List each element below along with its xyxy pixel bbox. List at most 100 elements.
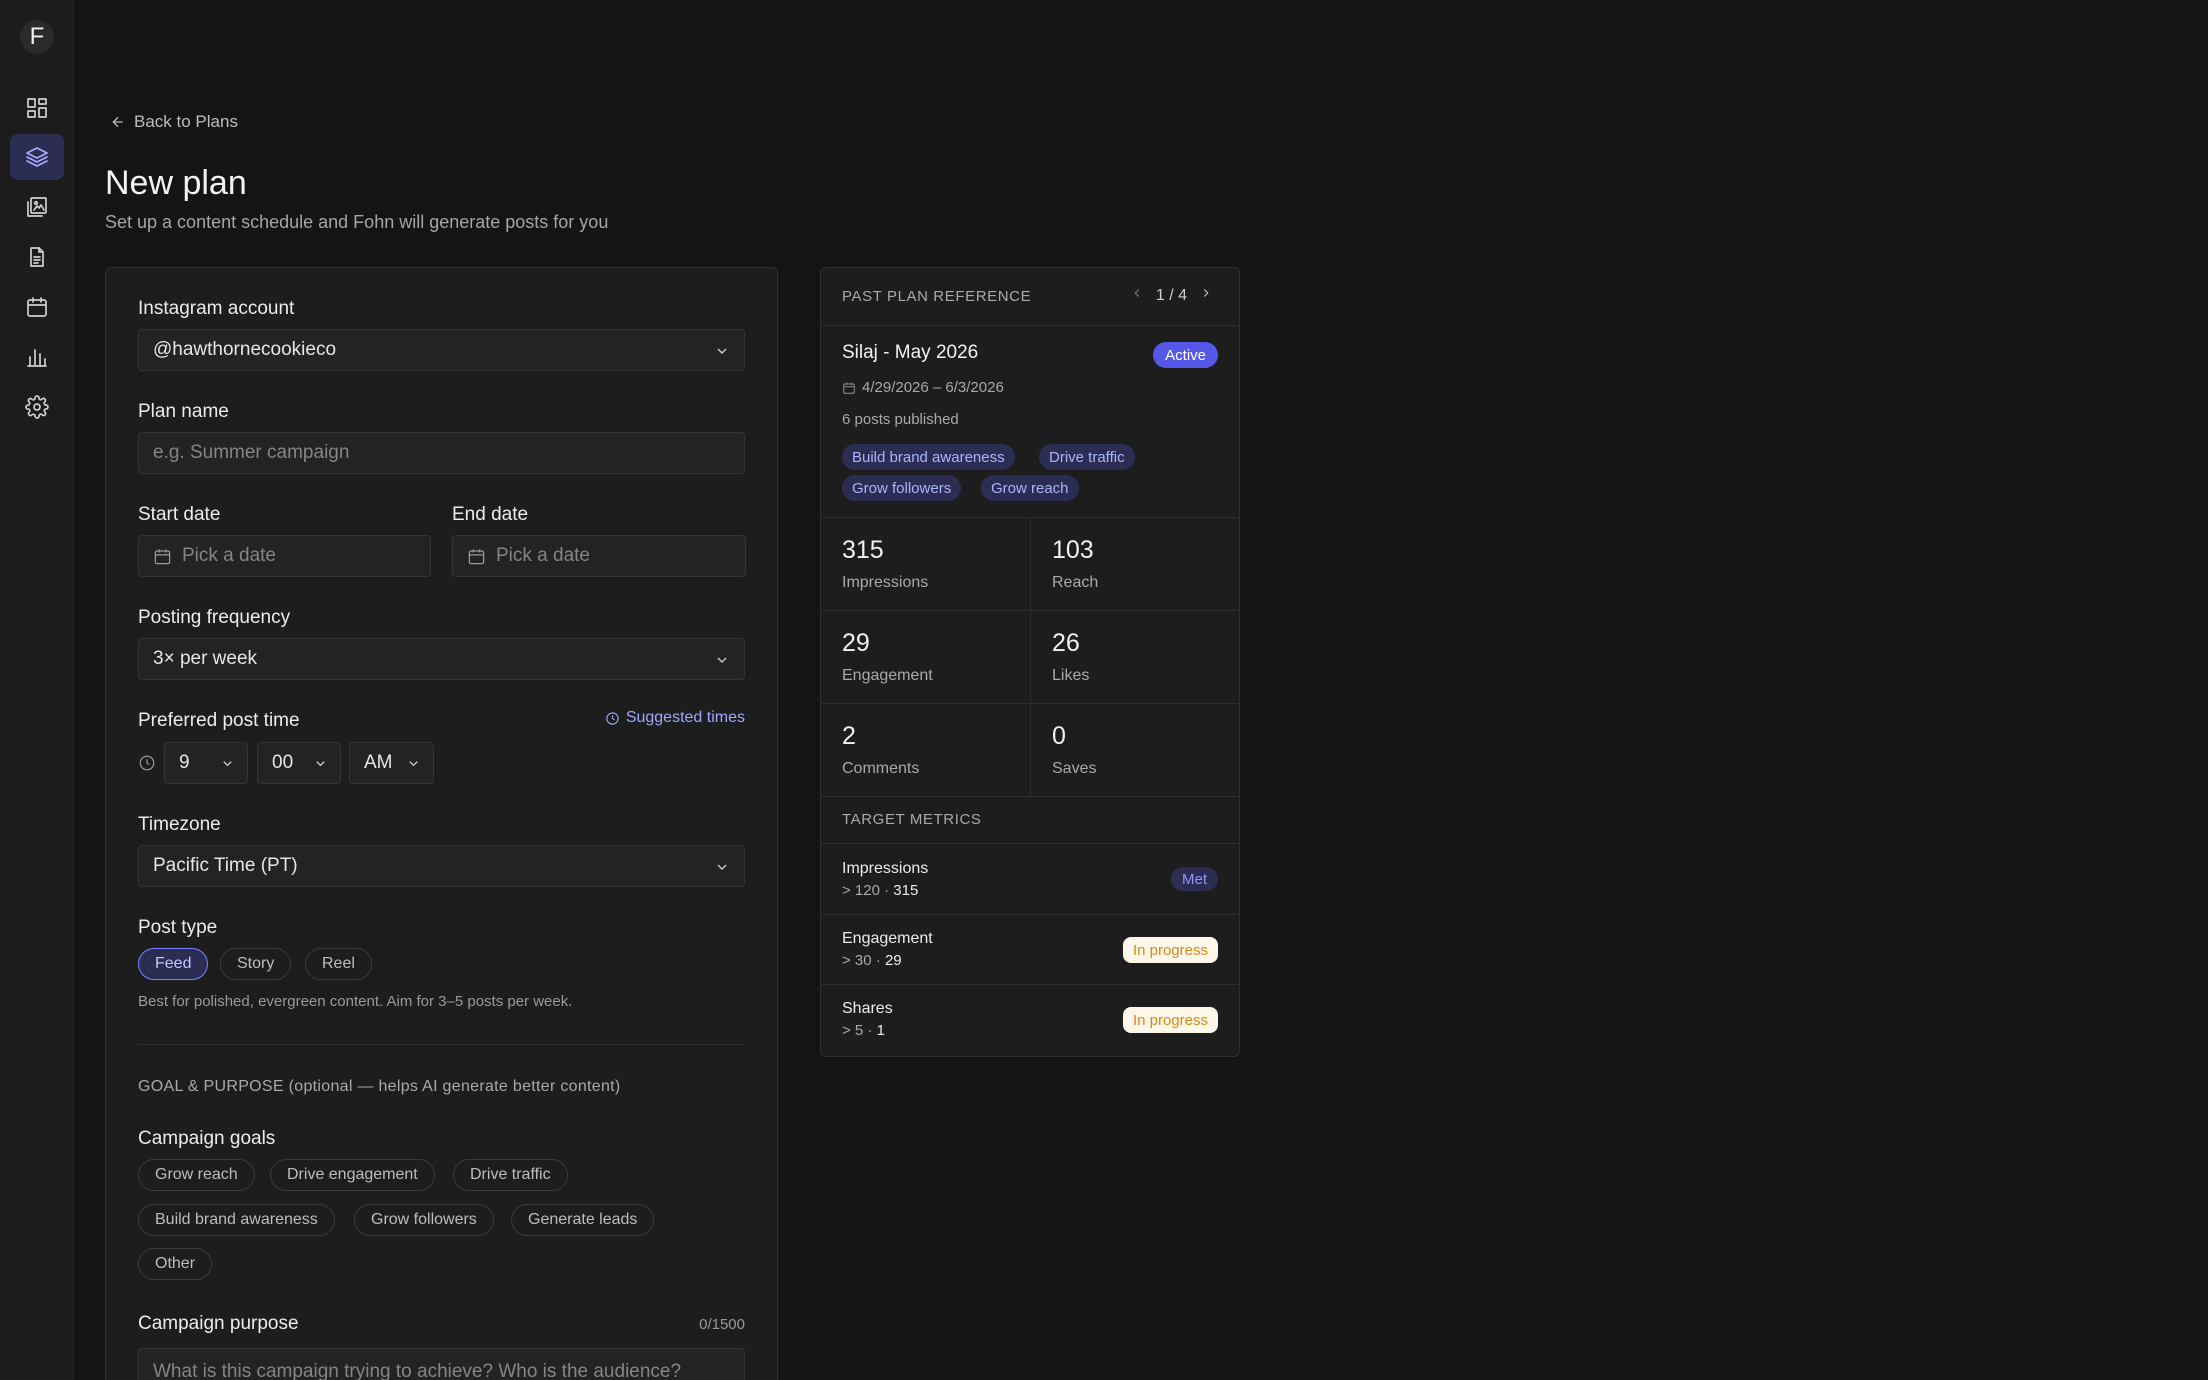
start-date-label: Start date bbox=[138, 504, 221, 525]
chevron-left-icon bbox=[1134, 289, 1140, 297]
timezone-value: Pacific Time (PT) bbox=[153, 855, 298, 876]
purpose-textarea[interactable]: What is this campaign trying to achieve?… bbox=[138, 1348, 745, 1380]
metric-threshold: > 30 · bbox=[842, 952, 885, 969]
arrow-left-icon bbox=[112, 116, 123, 128]
stat-value: 29 bbox=[842, 629, 870, 657]
metric-value: > 5 · 1 bbox=[842, 1022, 885, 1039]
start-date-picker[interactable]: Pick a date bbox=[138, 535, 431, 577]
nav-plans[interactable] bbox=[10, 134, 64, 180]
reference-plan-name: Silaj - May 2026 bbox=[842, 342, 979, 363]
stats-grid: 315 Impressions 103 Reach 29 Engagement … bbox=[821, 517, 1239, 797]
goal-generate-leads[interactable]: Generate leads bbox=[511, 1204, 655, 1236]
goal-drive-traffic[interactable]: Drive traffic bbox=[453, 1159, 568, 1191]
nav-gallery[interactable] bbox=[10, 184, 64, 230]
stat-label: Impressions bbox=[842, 574, 929, 591]
post-type-feed[interactable]: Feed bbox=[138, 948, 209, 980]
nav-analytics[interactable] bbox=[10, 334, 64, 380]
goal-grow-followers[interactable]: Grow followers bbox=[354, 1204, 494, 1236]
stat-value: 315 bbox=[842, 536, 884, 564]
metric-threshold: > 120 · bbox=[842, 882, 894, 899]
dashboard-icon bbox=[27, 98, 47, 118]
purpose-placeholder: What is this campaign trying to achieve?… bbox=[153, 1361, 682, 1380]
pager-count: 1 / 4 bbox=[1155, 286, 1187, 304]
campaign-goals-label: Campaign goals bbox=[138, 1128, 276, 1149]
account-select[interactable]: @hawthornecookieco bbox=[138, 329, 745, 371]
metric-threshold: > 5 · bbox=[842, 1022, 877, 1039]
meridiem-select[interactable]: AM bbox=[349, 742, 434, 784]
stat-value: 2 bbox=[842, 722, 856, 750]
end-date-picker[interactable]: Pick a date bbox=[452, 535, 746, 577]
target-metric-row: Shares > 5 · 1 In progress bbox=[821, 985, 1239, 1055]
end-date-placeholder: Pick a date bbox=[496, 545, 590, 566]
stat-impressions: 315 Impressions bbox=[821, 518, 1031, 611]
past-plan-reference: PAST PLAN REFERENCE 1 / 4 Silaj - May 20… bbox=[820, 267, 1240, 1057]
goal-build-brand-awareness[interactable]: Build brand awareness bbox=[138, 1204, 335, 1236]
end-date-label: End date bbox=[452, 504, 529, 525]
stat-comments: 2 Comments bbox=[821, 704, 1031, 797]
calendar-icon bbox=[468, 548, 485, 564]
hour-value: 9 bbox=[179, 752, 190, 773]
nav-dashboard[interactable] bbox=[10, 85, 64, 131]
clock-icon bbox=[139, 755, 155, 771]
account-label: Instagram account bbox=[138, 298, 295, 319]
stat-saves: 0 Saves bbox=[1030, 704, 1239, 797]
purpose-label: Campaign purpose bbox=[138, 1313, 299, 1334]
reference-tag: Grow reach bbox=[981, 475, 1079, 501]
app-logo[interactable]: F bbox=[20, 20, 54, 54]
plan-form: Instagram account @hawthornecookieco Pla… bbox=[105, 267, 778, 1380]
post-type-story[interactable]: Story bbox=[220, 948, 292, 980]
plan-name-input[interactable]: e.g. Summer campaign bbox=[138, 432, 745, 474]
stat-label: Likes bbox=[1052, 667, 1090, 684]
goal-drive-engagement[interactable]: Drive engagement bbox=[270, 1159, 435, 1191]
nav-calendar[interactable] bbox=[10, 284, 64, 330]
post-type-help: Best for polished, evergreen content. Ai… bbox=[138, 993, 573, 1010]
nav-documents[interactable] bbox=[10, 234, 64, 280]
target-metrics-title: TARGET METRICS bbox=[842, 811, 982, 828]
date-range-text: 4/29/2026 – 6/3/2026 bbox=[862, 379, 1004, 396]
status-badge: In progress bbox=[1122, 1007, 1218, 1033]
stat-engagement: 29 Engagement bbox=[821, 611, 1031, 704]
chevron-down-icon bbox=[717, 657, 727, 663]
document-icon bbox=[30, 247, 44, 267]
account-value: @hawthornecookieco bbox=[153, 339, 337, 360]
app-root: F Back to Plans New plan Set up a conten… bbox=[0, 0, 2208, 1380]
nav-settings[interactable] bbox=[10, 384, 64, 430]
chevron-down-icon bbox=[316, 761, 325, 767]
settings-icon bbox=[25, 395, 49, 419]
stat-label: Saves bbox=[1052, 760, 1097, 777]
frequency-label: Posting frequency bbox=[138, 607, 291, 628]
post-type-label: Post type bbox=[138, 917, 218, 938]
metric-name: Impressions bbox=[842, 860, 929, 877]
suggested-times-link[interactable]: Suggested times bbox=[605, 709, 745, 727]
status-badge: Active bbox=[1153, 342, 1218, 368]
back-to-plans-link[interactable]: Back to Plans bbox=[110, 112, 238, 132]
page-title: New plan bbox=[105, 164, 247, 202]
stat-reach: 103 Reach bbox=[1030, 518, 1239, 611]
reference-header: PAST PLAN REFERENCE 1 / 4 bbox=[821, 268, 1239, 326]
post-type-reel[interactable]: Reel bbox=[305, 948, 372, 980]
previous-plan-button[interactable] bbox=[1130, 286, 1144, 305]
frequency-select[interactable]: 3× per week bbox=[138, 638, 745, 680]
chevron-down-icon bbox=[409, 761, 418, 767]
stat-label: Engagement bbox=[842, 667, 933, 684]
purpose-counter: 0/1500 bbox=[699, 1316, 745, 1333]
next-plan-button[interactable] bbox=[1199, 286, 1213, 305]
back-link-label: Back to Plans bbox=[134, 112, 238, 131]
timezone-select[interactable]: Pacific Time (PT) bbox=[138, 845, 745, 887]
target-metric-row: Engagement > 30 · 29 In progress bbox=[821, 915, 1239, 985]
reference-tag: Build brand awareness bbox=[842, 444, 1015, 470]
calendar-icon bbox=[843, 382, 855, 394]
stat-value: 26 bbox=[1052, 629, 1080, 657]
status-badge: In progress bbox=[1122, 937, 1218, 963]
section-divider bbox=[138, 1044, 745, 1045]
stat-label: Comments bbox=[842, 760, 920, 777]
chevron-down-icon bbox=[717, 864, 727, 870]
reference-tag: Drive traffic bbox=[1039, 444, 1135, 470]
plan-name-placeholder: e.g. Summer campaign bbox=[153, 442, 350, 463]
stat-likes: 26 Likes bbox=[1030, 611, 1239, 704]
stat-label: Reach bbox=[1052, 574, 1099, 591]
minute-select[interactable]: 00 bbox=[257, 742, 341, 784]
goal-grow-reach[interactable]: Grow reach bbox=[138, 1159, 255, 1191]
goal-other[interactable]: Other bbox=[138, 1248, 213, 1280]
hour-select[interactable]: 9 bbox=[164, 742, 248, 784]
